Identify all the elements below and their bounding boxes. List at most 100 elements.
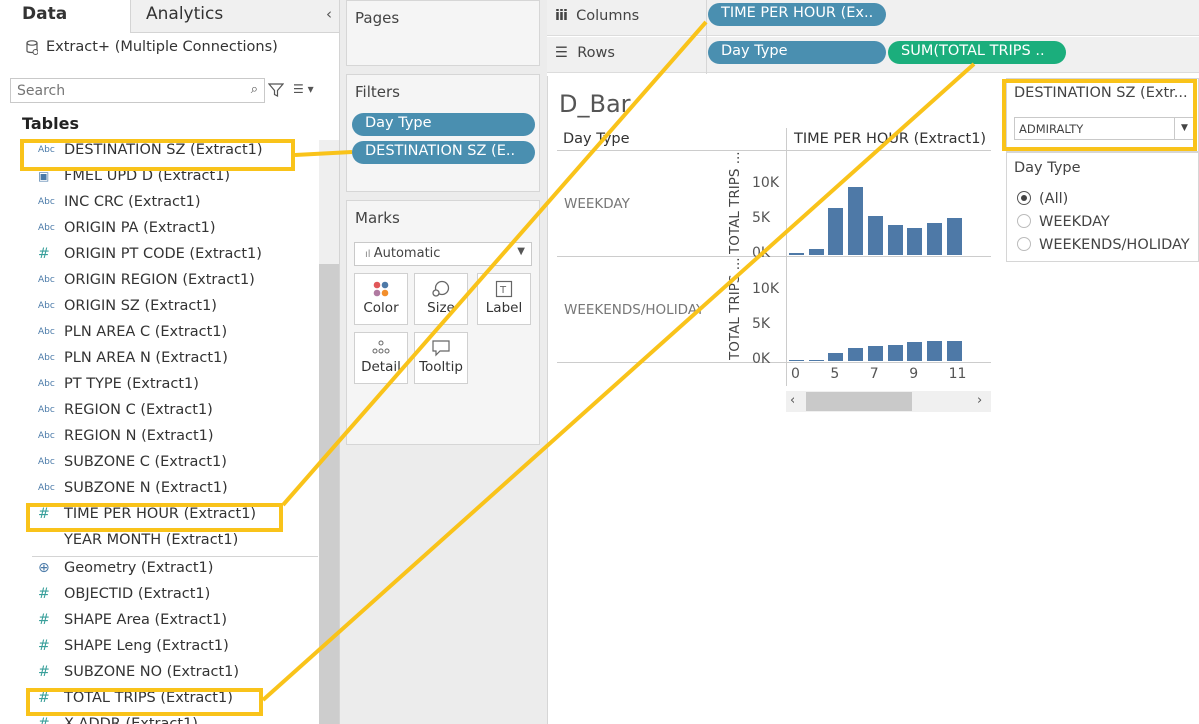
- field-item[interactable]: Abc REGION C (Extract1): [38, 402, 213, 426]
- bar-mark[interactable]: [887, 344, 903, 361]
- row-header-day-type[interactable]: Day Type: [563, 131, 630, 147]
- search-input[interactable]: [11, 79, 236, 102]
- tooltip-button[interactable]: Tooltip: [414, 332, 468, 384]
- bar-mark[interactable]: [907, 227, 923, 255]
- field-item[interactable]: # SUBZONE NO (Extract1): [38, 664, 239, 688]
- detail-button[interactable]: Detail: [354, 332, 408, 384]
- size-button[interactable]: Size: [414, 273, 468, 325]
- tables-heading: Tables: [22, 114, 79, 133]
- bar-mark[interactable]: [867, 215, 883, 255]
- number-type-icon: #: [38, 586, 50, 602]
- radio-weekday[interactable]: WEEKDAY: [1017, 214, 1110, 230]
- mark-type-dropdown[interactable]: ıl Automatic ▼: [354, 242, 532, 266]
- field-item[interactable]: # X ADDR (Extract1): [38, 716, 198, 724]
- bar-mark[interactable]: [828, 353, 844, 361]
- bar-mark[interactable]: [848, 187, 864, 255]
- field-item[interactable]: Abc SUBZONE N (Extract1): [38, 480, 228, 504]
- sheet-title: D_Bar: [559, 90, 631, 118]
- radio-all[interactable]: (All): [1017, 191, 1068, 207]
- scroll-left-icon[interactable]: ‹: [790, 393, 795, 408]
- field-item[interactable]: # OBJECTID (Extract1): [38, 586, 210, 610]
- bar-mark[interactable]: [946, 341, 962, 361]
- shelf-divider: [706, 0, 707, 74]
- bar-mark[interactable]: [808, 249, 824, 255]
- abc-type-icon: Abc: [38, 353, 55, 363]
- bar-mark[interactable]: [808, 359, 824, 361]
- field-item[interactable]: ▣ FMEL UPD D (Extract1): [38, 168, 230, 192]
- filter-icon[interactable]: [268, 82, 284, 98]
- bar-mark[interactable]: [867, 345, 883, 361]
- field-item[interactable]: Abc PT TYPE (Extract1): [38, 376, 199, 400]
- field-name: PLN AREA C (Extract1): [64, 324, 228, 340]
- bar-mark[interactable]: [789, 359, 804, 361]
- detail-icon: [355, 333, 407, 359]
- abc-type-icon: Abc: [38, 405, 55, 415]
- filter-pill-destination-sz[interactable]: DESTINATION SZ (E..: [352, 141, 535, 164]
- radio-weekends-label: WEEKENDS/HOLIDAY: [1039, 237, 1190, 253]
- field-item[interactable]: ⊕ Geometry (Extract1): [38, 560, 213, 584]
- bar-mark[interactable]: [926, 222, 942, 255]
- view-options-icon[interactable]: ☰ ▾: [293, 82, 314, 96]
- number-type-icon: #: [38, 612, 50, 628]
- y-tick-label: 5K: [752, 209, 771, 226]
- column-header-time-per-hour[interactable]: TIME PER HOUR (Extract1): [794, 131, 986, 147]
- y-tick-label: 5K: [752, 315, 771, 332]
- bar-mark[interactable]: [828, 207, 844, 255]
- field-item[interactable]: Abc ORIGIN REGION (Extract1): [38, 272, 255, 296]
- color-label: Color: [363, 300, 399, 316]
- field-item[interactable]: YEAR MONTH (Extract1): [38, 532, 238, 556]
- field-name: PT TYPE (Extract1): [64, 376, 199, 392]
- collapse-pane-icon[interactable]: ‹: [326, 5, 332, 23]
- field-item[interactable]: Abc REGION N (Extract1): [38, 428, 214, 452]
- field-name: ORIGIN PT CODE (Extract1): [64, 246, 262, 262]
- label-button[interactable]: T Label: [477, 273, 531, 325]
- x-tick-label: 11: [948, 366, 967, 382]
- filters-card[interactable]: Filters Day Type DESTINATION SZ (E..: [346, 74, 540, 192]
- field-item[interactable]: Abc PLN AREA N (Extract1): [38, 350, 228, 374]
- search-icon[interactable]: ⌕: [251, 82, 258, 97]
- bar-mark[interactable]: [887, 224, 903, 255]
- row-label-weekday[interactable]: WEEKDAY: [564, 196, 630, 212]
- field-item[interactable]: Abc ORIGIN PA (Extract1): [38, 220, 216, 244]
- scroll-right-icon[interactable]: ›: [977, 393, 982, 408]
- field-item[interactable]: # SHAPE Area (Extract1): [38, 612, 227, 636]
- color-button[interactable]: Color: [354, 273, 408, 325]
- color-icon: [355, 274, 407, 300]
- field-name: ORIGIN SZ (Extract1): [64, 298, 217, 314]
- tab-data[interactable]: Data: [0, 0, 130, 33]
- field-item[interactable]: # SHAPE Leng (Extract1): [38, 638, 229, 662]
- label-icon: T: [478, 274, 530, 300]
- columns-pill-time-per-hour[interactable]: TIME PER HOUR (Ex..: [708, 3, 886, 26]
- row-label-weekends-holiday[interactable]: WEEKENDS/HOLIDAY: [564, 302, 704, 318]
- horizontal-scroll-thumb[interactable]: [806, 392, 912, 411]
- bar-mark[interactable]: [926, 341, 942, 361]
- divider: [32, 556, 318, 557]
- day-type-filter-title: Day Type: [1014, 160, 1081, 176]
- bar-mark[interactable]: [848, 348, 864, 361]
- abc-type-icon: Abc: [38, 431, 55, 441]
- rows-pill-day-type[interactable]: Day Type: [708, 41, 886, 64]
- data-source-name[interactable]: Extract+ (Multiple Connections): [46, 39, 278, 55]
- bar-mark[interactable]: [789, 252, 804, 255]
- field-name: SUBZONE C (Extract1): [64, 454, 227, 470]
- field-item[interactable]: # ORIGIN PT CODE (Extract1): [38, 246, 262, 270]
- field-item[interactable]: Abc PLN AREA C (Extract1): [38, 324, 227, 348]
- filter-pill-day-type[interactable]: Day Type: [352, 113, 535, 136]
- abc-type-icon: Abc: [38, 457, 55, 467]
- pages-card[interactable]: Pages: [346, 0, 540, 66]
- cards-column: Pages Filters Day Type DESTINATION SZ (E…: [340, 0, 547, 724]
- field-item[interactable]: Abc INC CRC (Extract1): [38, 194, 201, 218]
- tab-analytics[interactable]: Analytics ‹: [130, 0, 339, 33]
- day-type-filter-card: Day Type (All) WEEKDAY WEEKENDS/HOLIDAY: [1006, 152, 1199, 262]
- rows-pill-sum-total-trips[interactable]: SUM(TOTAL TRIPS ..: [888, 41, 1066, 64]
- field-item[interactable]: Abc ORIGIN SZ (Extract1): [38, 298, 217, 322]
- rows-shelf-label: ☰ Rows: [555, 45, 615, 61]
- bar-mark[interactable]: [907, 341, 923, 361]
- field-item[interactable]: Abc SUBZONE C (Extract1): [38, 454, 227, 478]
- field-name: SUBZONE N (Extract1): [64, 480, 228, 496]
- bar-mark[interactable]: [946, 218, 962, 255]
- scrollbar-thumb[interactable]: [319, 264, 339, 724]
- y-tick-label: 0K: [752, 351, 771, 367]
- y-tick-label: 0K: [752, 245, 771, 261]
- radio-weekends-holiday[interactable]: WEEKENDS/HOLIDAY: [1017, 237, 1190, 253]
